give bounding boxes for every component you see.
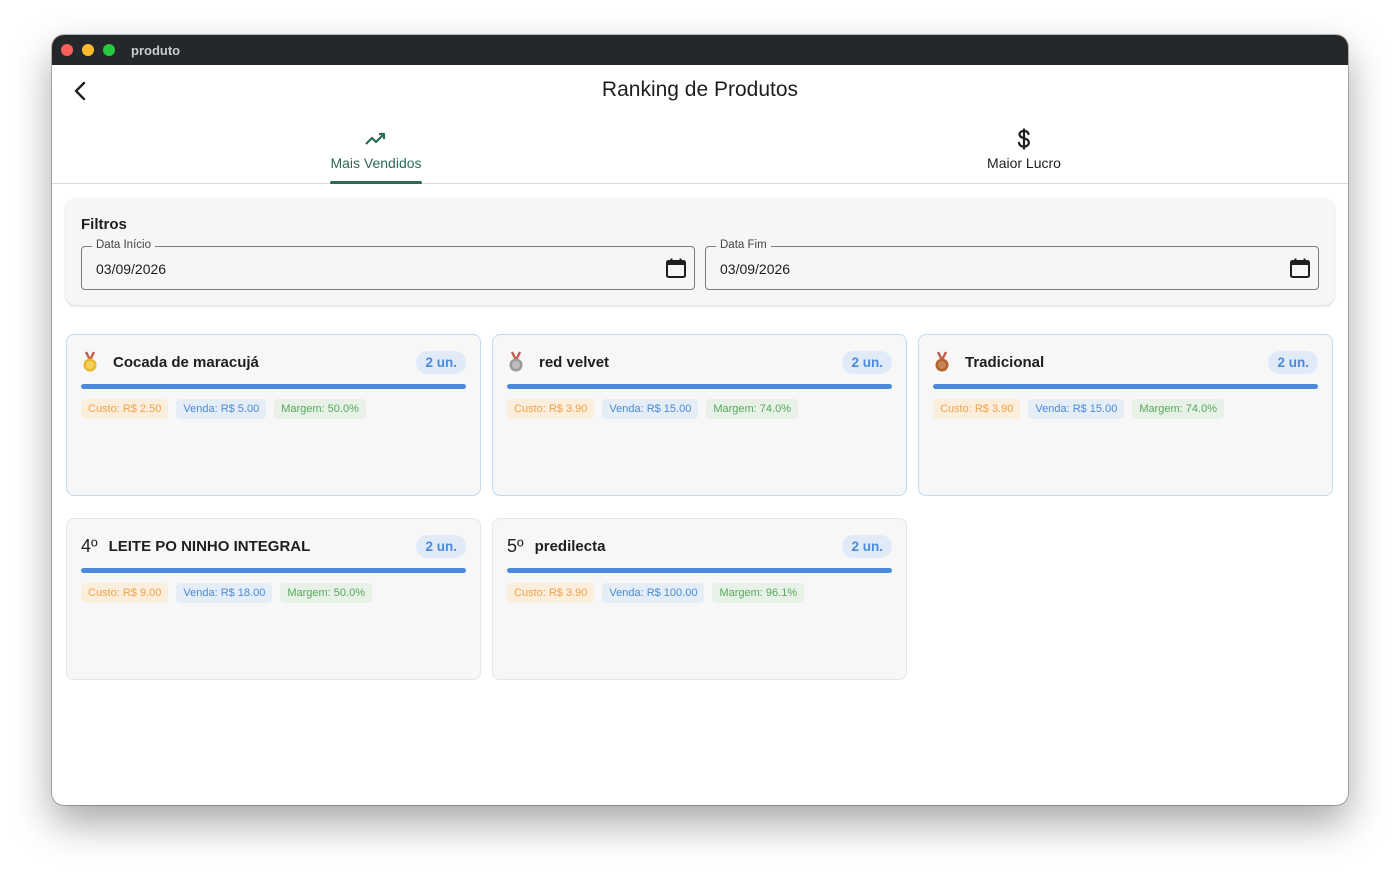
end-date-value: 03/09/2026 <box>720 261 791 277</box>
trending-up-icon <box>365 132 386 145</box>
app-bar: Ranking de Produtos <box>52 65 1348 117</box>
product-card[interactable]: 5º predilecta 2 un. Custo: R$ 3.90 Venda… <box>492 518 907 680</box>
tab-label: Maior Lucro <box>987 155 1061 171</box>
app-window: produto Ranking de Produtos Mais Vendido… <box>52 35 1348 805</box>
cost-chip: Custo: R$ 3.90 <box>507 583 595 603</box>
tab-label: Mais Vendidos <box>330 155 422 171</box>
quantity-badge: 2 un. <box>416 350 466 374</box>
product-card[interactable]: Cocada de maracujá 2 un. Custo: R$ 2.50 … <box>66 334 481 496</box>
progress-bar <box>81 384 466 389</box>
sale-chip: Venda: R$ 5.00 <box>176 399 267 419</box>
tab-maior-lucro[interactable]: Maior Lucro <box>700 117 1348 183</box>
quantity-badge: 2 un. <box>1268 350 1318 374</box>
filters-title: Filtros <box>81 216 127 233</box>
quantity-badge: 2 un. <box>842 350 892 374</box>
cost-chip: Custo: R$ 3.90 <box>507 399 595 419</box>
product-name: Cocada de maracujá <box>113 353 259 371</box>
cost-chip: Custo: R$ 3.90 <box>933 399 1021 419</box>
close-window-button[interactable] <box>61 44 73 56</box>
quantity-badge: 2 un. <box>842 534 892 558</box>
product-card[interactable]: Tradicional 2 un. Custo: R$ 3.90 Venda: … <box>918 334 1333 496</box>
product-name: predilecta <box>534 537 606 555</box>
bronze-medal-icon <box>935 351 949 372</box>
window-title: produto <box>131 42 181 58</box>
progress-bar <box>933 384 1318 389</box>
end-date-field[interactable]: Data Fim 03/09/2026 <box>705 239 1319 290</box>
title-bar: produto <box>52 35 1348 65</box>
cost-chip: Custo: R$ 2.50 <box>81 399 169 419</box>
rank-number: 4º <box>81 535 98 556</box>
start-date-value: 03/09/2026 <box>96 261 167 277</box>
sale-chip: Venda: R$ 15.00 <box>602 399 699 419</box>
sale-chip: Venda: R$ 18.00 <box>176 583 273 603</box>
margin-chip: Margem: 50.0% <box>274 399 366 419</box>
margin-chip: Margem: 96.1% <box>712 583 805 603</box>
cost-chip: Custo: R$ 9.00 <box>81 583 169 603</box>
progress-bar <box>507 568 892 573</box>
product-card[interactable]: red velvet 2 un. Custo: R$ 3.90 Venda: R… <box>492 334 907 496</box>
quantity-badge: 2 un. <box>416 534 466 558</box>
dollar-icon <box>1017 128 1030 150</box>
filters-panel: Filtros Data Início 03/09/2026 Data Fim … <box>66 199 1334 305</box>
progress-bar <box>81 568 466 573</box>
start-date-label: Data Início <box>92 239 155 251</box>
active-tab-indicator <box>330 181 422 184</box>
product-name: Tradicional <box>965 353 1045 371</box>
margin-chip: Margem: 74.0% <box>706 399 798 419</box>
end-date-label: Data Fim <box>716 239 771 251</box>
start-date-field[interactable]: Data Início 03/09/2026 <box>81 239 695 290</box>
product-name: red velvet <box>539 353 610 371</box>
sale-chip: Venda: R$ 15.00 <box>1028 399 1125 419</box>
tab-bar: Mais Vendidos Maior Lucro <box>52 117 1348 184</box>
rank-number: 5º <box>507 535 524 556</box>
product-name: LEITE PO NINHO INTEGRAL <box>108 537 311 555</box>
page-title: Ranking de Produtos <box>601 78 799 101</box>
maximize-window-button[interactable] <box>103 44 115 56</box>
sale-chip: Venda: R$ 100.00 <box>602 583 705 603</box>
calendar-icon[interactable] <box>665 257 687 279</box>
margin-chip: Margem: 50.0% <box>280 583 372 603</box>
minimize-window-button[interactable] <box>82 44 94 56</box>
tab-mais-vendidos[interactable]: Mais Vendidos <box>52 117 700 184</box>
calendar-icon[interactable] <box>1289 257 1311 279</box>
progress-bar <box>507 384 892 389</box>
gold-medal-icon <box>83 351 97 372</box>
product-card[interactable]: 4º LEITE PO NINHO INTEGRAL 2 un. Custo: … <box>66 518 481 680</box>
margin-chip: Margem: 74.0% <box>1132 399 1224 419</box>
silver-medal-icon <box>509 351 523 372</box>
